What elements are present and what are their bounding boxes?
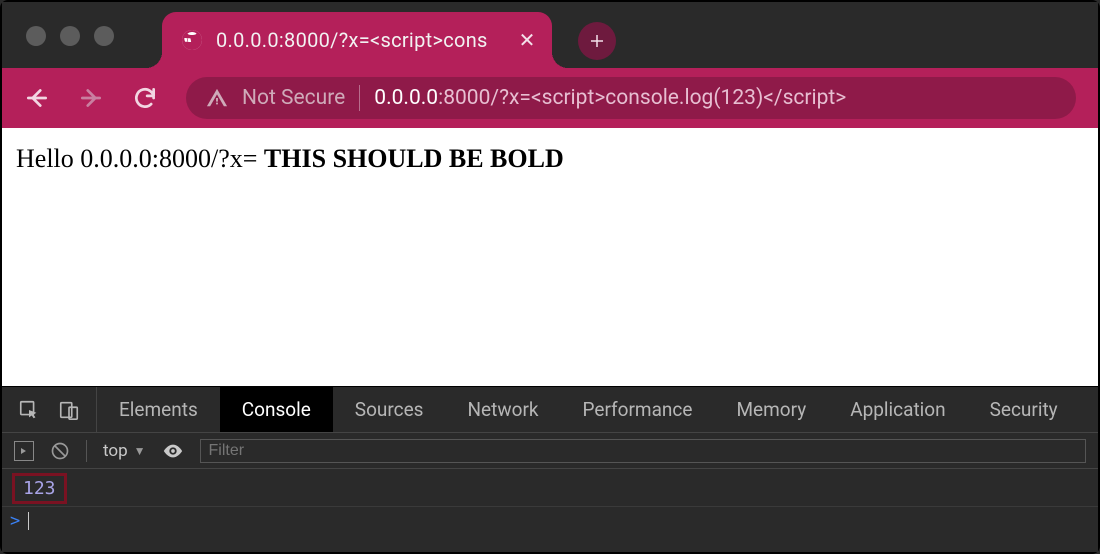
tab-title: 0.0.0.0:8000/?x=<script>cons — [216, 28, 504, 52]
url-display: 0.0.0.0:8000/?x=<script>console.log(123)… — [374, 86, 846, 110]
globe-icon — [180, 28, 204, 52]
forward-icon[interactable] — [78, 85, 104, 111]
new-tab-button[interactable] — [578, 22, 616, 60]
close-icon[interactable]: ✕ — [516, 29, 538, 51]
devtools-tab-console[interactable]: Console — [220, 387, 333, 432]
security-status: Not Secure — [242, 86, 345, 110]
console-filter-input[interactable] — [200, 439, 1086, 463]
console-context-selector[interactable]: top ▼ — [103, 441, 146, 461]
console-sidebar-toggle-icon[interactable] — [14, 441, 34, 461]
url-host: 0.0.0.0 — [374, 86, 438, 110]
live-expression-icon[interactable] — [162, 440, 184, 462]
devtools-left-icons — [2, 387, 97, 432]
page-viewport: Hello 0.0.0.0:8000/?x= THIS SHOULD BE BO… — [2, 128, 1098, 386]
console-toolbar: top ▼ — [2, 433, 1098, 469]
console-context-label: top — [103, 441, 128, 461]
console-log-value: 123 — [12, 473, 67, 504]
devtools-panel: Elements Console Sources Network Perform… — [2, 386, 1098, 552]
browser-toolbar: Not Secure 0.0.0.0:8000/?x=<script>conso… — [2, 68, 1098, 128]
devtools-tab-network[interactable]: Network — [445, 387, 560, 432]
inspect-icon[interactable] — [18, 399, 40, 421]
devtools-tab-sources[interactable]: Sources — [333, 387, 446, 432]
back-icon[interactable] — [24, 85, 50, 111]
browser-tab-active[interactable]: 0.0.0.0:8000/?x=<script>cons ✕ — [162, 12, 552, 68]
text-cursor — [28, 512, 29, 530]
devtools-tab-elements[interactable]: Elements — [97, 387, 220, 432]
window-traffic-lights — [26, 26, 114, 46]
reload-icon[interactable] — [132, 85, 158, 111]
window-max-dot[interactable] — [94, 26, 114, 46]
page-bold-text: THIS SHOULD BE BOLD — [264, 144, 564, 173]
chevron-right-icon: > — [10, 511, 20, 531]
window-titlebar: 0.0.0.0:8000/?x=<script>cons ✕ — [2, 2, 1098, 68]
address-bar[interactable]: Not Secure 0.0.0.0:8000/?x=<script>conso… — [186, 77, 1076, 119]
warning-icon — [206, 87, 228, 109]
devtools-tab-security[interactable]: Security — [968, 387, 1080, 432]
toolbar-separator — [86, 440, 87, 462]
chevron-down-icon: ▼ — [134, 444, 146, 458]
devtools-tab-application[interactable]: Application — [828, 387, 967, 432]
device-toggle-icon[interactable] — [58, 399, 80, 421]
address-separator — [359, 85, 360, 111]
window-min-dot[interactable] — [60, 26, 80, 46]
devtools-tab-memory[interactable]: Memory — [714, 387, 828, 432]
url-path: :8000/?x=<script>console.log(123)</scrip… — [438, 86, 846, 110]
clear-console-icon[interactable] — [50, 441, 70, 461]
page-plain-text: Hello 0.0.0.0:8000/?x= — [16, 144, 264, 173]
console-log-row: 123 — [2, 469, 1098, 507]
console-prompt[interactable]: > — [2, 507, 1098, 535]
page-body-text: Hello 0.0.0.0:8000/?x= THIS SHOULD BE BO… — [16, 144, 564, 174]
devtools-tabstrip: Elements Console Sources Network Perform… — [2, 387, 1098, 433]
window-close-dot[interactable] — [26, 26, 46, 46]
devtools-tab-performance[interactable]: Performance — [561, 387, 715, 432]
